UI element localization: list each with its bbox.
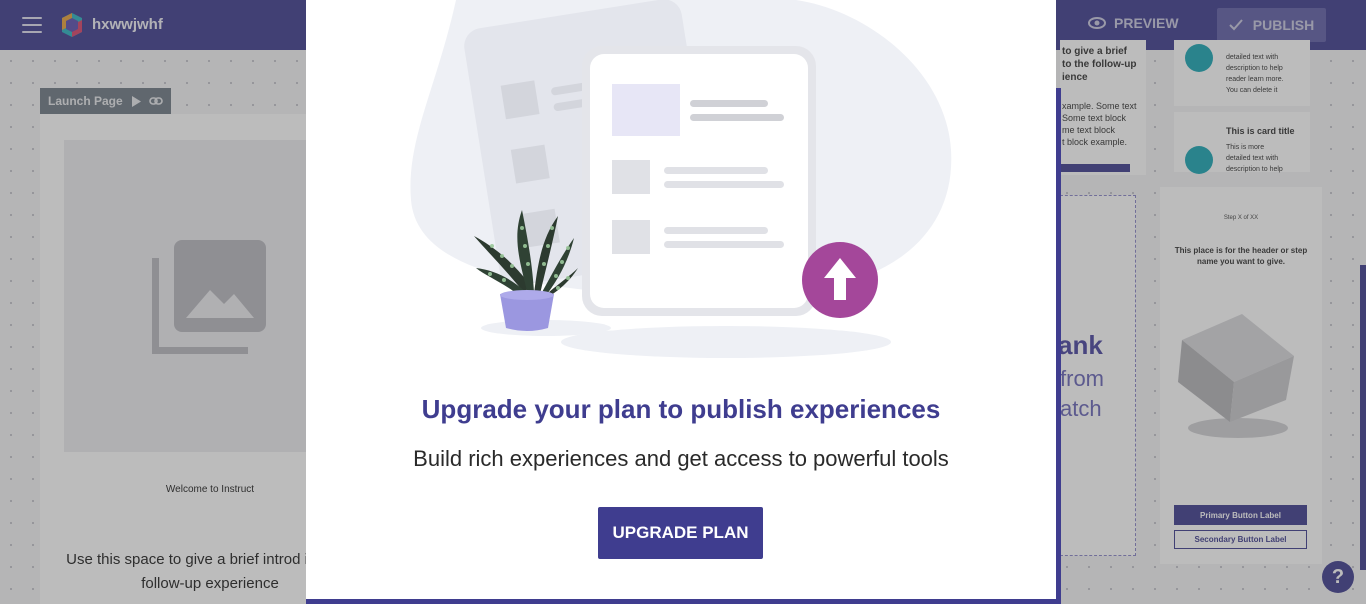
upgrade-illustration bbox=[410, 0, 952, 358]
modal-title: Upgrade your plan to publish experiences bbox=[421, 394, 941, 424]
upgrade-modal: Upgrade your plan to publish experiences… bbox=[306, 0, 1056, 604]
modal-subtitle: Build rich experiences and get access to… bbox=[413, 446, 949, 471]
modal-scrollbar[interactable] bbox=[1056, 88, 1061, 604]
upgrade-plan-button[interactable]: UPGRADE PLAN bbox=[598, 507, 763, 559]
